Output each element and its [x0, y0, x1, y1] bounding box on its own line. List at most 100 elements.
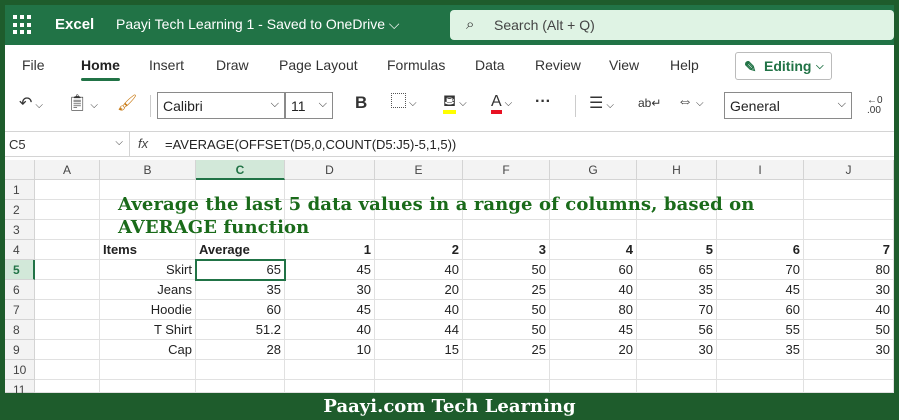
table-row-value[interactable]: 45 [285, 300, 375, 320]
table-row-value[interactable]: 30 [804, 340, 894, 360]
column-header-d[interactable]: D [285, 160, 375, 180]
table-row-value[interactable]: 40 [804, 300, 894, 320]
app-name[interactable]: Excel [55, 16, 94, 33]
table-row-value[interactable]: 80 [550, 300, 637, 320]
tab-draw[interactable]: Draw [216, 57, 249, 73]
format-painter-button[interactable]: 🖌︎ [117, 93, 137, 113]
cell-a2[interactable] [35, 200, 100, 220]
table-row-value[interactable]: 70 [717, 260, 804, 280]
table-row-value[interactable]: 56 [637, 320, 717, 340]
column-header-f[interactable]: F [463, 160, 550, 180]
table-row-value[interactable]: 80 [804, 260, 894, 280]
table-row-value[interactable]: 25 [463, 280, 550, 300]
table-row-value[interactable]: 55 [717, 320, 804, 340]
table-row-average[interactable]: 28 [196, 340, 285, 360]
table-row-value[interactable]: 45 [717, 280, 804, 300]
font-name-select[interactable]: Calibri ⌵ [157, 92, 285, 119]
cell-j2[interactable] [804, 200, 894, 220]
column-header-e[interactable]: E [375, 160, 463, 180]
column-header-j[interactable]: J [804, 160, 894, 180]
cell-a10[interactable] [35, 360, 100, 380]
table-row-value[interactable]: 40 [550, 280, 637, 300]
table-row-value[interactable]: 45 [285, 260, 375, 280]
tab-help[interactable]: Help [670, 57, 699, 73]
table-row-value[interactable]: 45 [550, 320, 637, 340]
tab-view[interactable]: View [609, 57, 639, 73]
cell-e10[interactable] [375, 360, 463, 380]
borders-button[interactable]: ⌵ [391, 93, 417, 111]
cell-d10[interactable] [285, 360, 375, 380]
row-header-1[interactable]: 1 [5, 180, 35, 200]
more-options-button[interactable]: ··· [535, 93, 551, 111]
column-header-c[interactable]: C [196, 160, 285, 180]
cell-a11[interactable] [35, 380, 100, 393]
row-header-8[interactable]: 8 [5, 320, 35, 340]
row-header-10[interactable]: 10 [5, 360, 35, 380]
function-icon[interactable]: fx [138, 136, 148, 151]
table-header-col-3[interactable]: 3 [463, 240, 550, 260]
tab-data[interactable]: Data [475, 57, 505, 73]
tab-insert[interactable]: Insert [149, 57, 184, 73]
table-row-value[interactable]: 44 [375, 320, 463, 340]
paste-button[interactable]: 📋︎ ⌵ [67, 93, 98, 113]
formula-input[interactable]: =AVERAGE(OFFSET(D5,0,COUNT(D5:J5)-5,1,5)… [165, 137, 456, 152]
table-row-item[interactable]: Cap [100, 340, 196, 360]
table-row-value[interactable]: 70 [637, 300, 717, 320]
table-row-value[interactable]: 50 [463, 320, 550, 340]
table-row-value[interactable]: 40 [285, 320, 375, 340]
cell-i10[interactable] [717, 360, 804, 380]
cell-g10[interactable] [550, 360, 637, 380]
table-row-item[interactable]: T Shirt [100, 320, 196, 340]
cell-g11[interactable] [550, 380, 637, 393]
row-header-9[interactable]: 9 [5, 340, 35, 360]
number-format-select[interactable]: General ⌵ [724, 92, 852, 119]
cell-j11[interactable] [804, 380, 894, 393]
cell-j3[interactable] [804, 220, 894, 240]
cell-a3[interactable] [35, 220, 100, 240]
table-row-value[interactable]: 35 [637, 280, 717, 300]
row-header-11[interactable]: 11 [5, 380, 35, 393]
cell-f11[interactable] [463, 380, 550, 393]
fill-color-button[interactable]: ⛾ ⌵ [443, 93, 467, 114]
table-row-value[interactable]: 40 [375, 300, 463, 320]
active-cell-c5[interactable] [195, 259, 286, 281]
name-box[interactable]: C5 ⌵ [5, 132, 130, 156]
table-header-col-6[interactable]: 6 [717, 240, 804, 260]
column-header-i[interactable]: I [717, 160, 804, 180]
decrease-decimal-button[interactable]: ←0 .00 [867, 96, 883, 116]
table-row-value[interactable]: 20 [550, 340, 637, 360]
column-header-h[interactable]: H [637, 160, 717, 180]
cell-a5[interactable] [35, 260, 100, 280]
table-row-average[interactable]: 51.2 [196, 320, 285, 340]
wrap-text-button[interactable]: ab↵ [638, 96, 661, 110]
table-header-items[interactable]: Items [100, 240, 196, 260]
table-row-value[interactable]: 50 [804, 320, 894, 340]
cell-b10[interactable] [100, 360, 196, 380]
column-header-a[interactable]: A [35, 160, 100, 180]
row-header-7[interactable]: 7 [5, 300, 35, 320]
cell-h11[interactable] [637, 380, 717, 393]
font-color-button[interactable]: A ⌵ [491, 93, 512, 114]
table-header-col-2[interactable]: 2 [375, 240, 463, 260]
table-row-value[interactable]: 20 [375, 280, 463, 300]
table-header-col-7[interactable]: 7 [804, 240, 894, 260]
cell-f10[interactable] [463, 360, 550, 380]
table-row-value[interactable]: 30 [637, 340, 717, 360]
table-row-value[interactable]: 15 [375, 340, 463, 360]
table-row-value[interactable]: 30 [804, 280, 894, 300]
table-row-value[interactable]: 50 [463, 260, 550, 280]
cell-a6[interactable] [35, 280, 100, 300]
cell-a8[interactable] [35, 320, 100, 340]
table-row-value[interactable]: 60 [717, 300, 804, 320]
tab-review[interactable]: Review [535, 57, 581, 73]
table-header-average[interactable]: Average [196, 240, 285, 260]
merge-button[interactable]: ⇔ ⌵ [677, 93, 704, 111]
table-row-value[interactable]: 40 [375, 260, 463, 280]
column-header-g[interactable]: G [550, 160, 637, 180]
cell-b11[interactable] [100, 380, 196, 393]
tab-page-layout[interactable]: Page Layout [279, 57, 358, 73]
table-row-item[interactable]: Hoodie [100, 300, 196, 320]
cell-c11[interactable] [196, 380, 285, 393]
cell-c10[interactable] [196, 360, 285, 380]
column-header-b[interactable]: B [100, 160, 196, 180]
